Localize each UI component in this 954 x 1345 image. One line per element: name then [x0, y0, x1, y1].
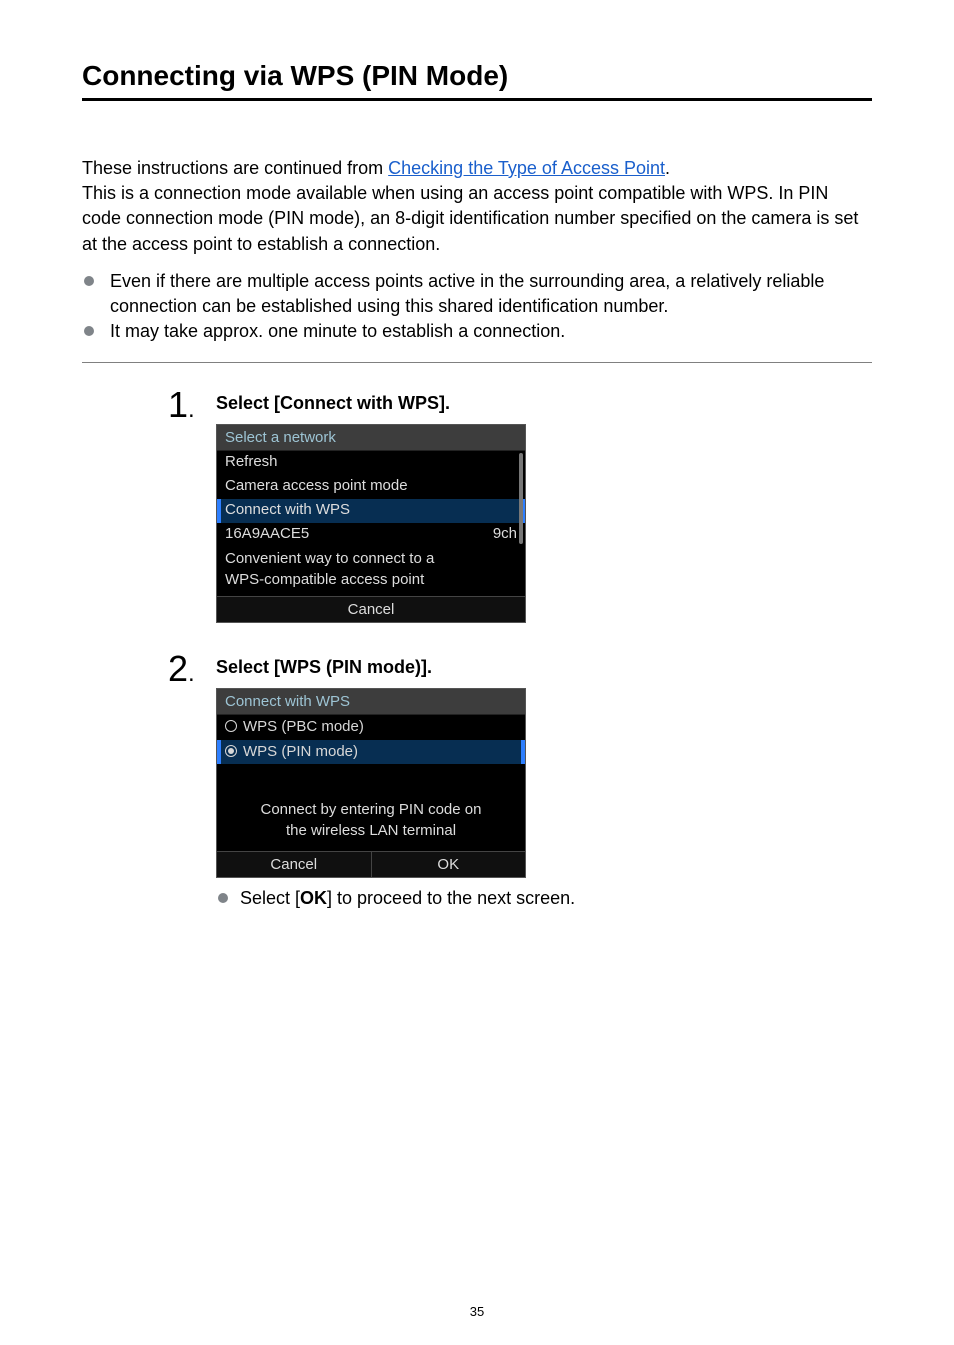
step-2-number: 2.	[168, 651, 216, 911]
page-number: 35	[0, 1304, 954, 1319]
lcd1-item-connect-wps: Connect with WPS	[217, 499, 525, 523]
intro-paragraph: These instructions are continued from Ch…	[82, 156, 872, 257]
step-2-note-list: Select [OK] to proceed to the next scree…	[216, 886, 872, 911]
lcd1-cancel-button: Cancel	[217, 596, 525, 622]
intro-line1-pre: These instructions are continued from	[82, 158, 388, 178]
step-2-note: Select [OK] to proceed to the next scree…	[216, 886, 872, 911]
step-1-lcd-screenshot: Select a network Refresh Camera access p…	[216, 424, 526, 623]
step-1-number: 1.	[168, 387, 216, 631]
step-2-title: Select [WPS (PIN mode)].	[216, 657, 872, 678]
intro-bullet-list: Even if there are multiple access points…	[82, 269, 872, 345]
lcd2-radio-pbc-mode: WPS (PBC mode)	[217, 715, 525, 740]
lcd1-item-refresh: Refresh	[217, 451, 525, 475]
lcd1-item-network-ssid: 16A9AACE5 9ch	[217, 523, 525, 547]
step-2: 2. Select [WPS (PIN mode)]. Connect with…	[168, 651, 872, 911]
lcd1-channel: 9ch	[493, 525, 517, 544]
step-1: 1. Select [Connect with WPS]. Select a n…	[168, 387, 872, 631]
lcd1-header: Select a network	[217, 425, 525, 451]
intro-bullet-1: Even if there are multiple access points…	[82, 269, 872, 319]
lcd2-cancel-button: Cancel	[217, 852, 372, 877]
radio-selected-icon	[225, 745, 237, 757]
lcd2-description: Connect by entering PIN code on the wire…	[217, 794, 525, 851]
lcd2-header: Connect with WPS	[217, 689, 525, 715]
intro-line2: This is a connection mode available when…	[82, 183, 858, 253]
lcd1-description: Convenient way to connect to a WPS-compa…	[217, 546, 525, 596]
page-title: Connecting via WPS (PIN Mode)	[82, 60, 872, 101]
intro-line1-post: .	[665, 158, 670, 178]
lcd2-ok-button: OK	[372, 852, 526, 877]
radio-unselected-icon	[225, 720, 237, 732]
step-1-title: Select [Connect with WPS].	[216, 393, 872, 414]
divider	[82, 362, 872, 363]
link-checking-access-point[interactable]: Checking the Type of Access Point	[388, 158, 665, 178]
lcd2-radio-pin-mode: WPS (PIN mode)	[217, 740, 525, 765]
step-2-lcd-screenshot: Connect with WPS WPS (PBC mode) WPS (PIN…	[216, 688, 526, 878]
intro-bullet-2: It may take approx. one minute to establ…	[82, 319, 872, 344]
lcd1-item-camera-ap-mode: Camera access point mode	[217, 475, 525, 499]
